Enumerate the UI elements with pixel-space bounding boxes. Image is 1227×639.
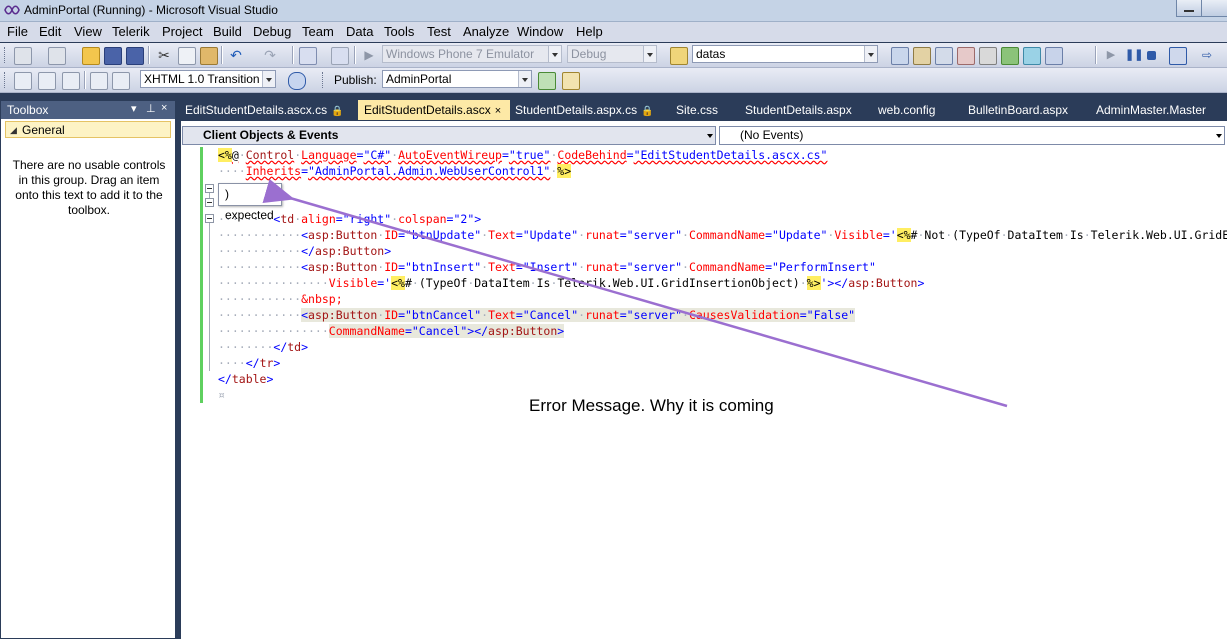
stop-debugging-icon[interactable] [1147,51,1156,60]
toolbox-header: Toolbox ▾ ⊥ × [1,101,175,119]
open-folder-icon[interactable] [82,47,100,65]
chevron-down-icon [1216,134,1222,138]
target-device-combo[interactable]: Windows Phone 7 Emulator [382,45,562,63]
new-project-icon[interactable] [14,47,32,65]
menu-debug[interactable]: Debug [253,24,291,39]
toolbar-grip[interactable] [4,72,8,88]
tab-studentdetails-aspx-cs[interactable]: StudentDetails.aspx.cs 🔒 [511,100,666,120]
outdent-icon[interactable] [38,72,56,90]
edit-profile-icon[interactable] [562,72,580,90]
maximize-button[interactable] [1201,0,1227,17]
add-item-icon[interactable] [48,47,66,65]
start-debugging-icon[interactable]: ▶ [361,47,377,63]
toolbox-icon[interactable] [957,47,975,65]
menu-team[interactable]: Team [302,24,334,39]
pin-icon[interactable]: ⊥ [146,102,156,115]
menu-view[interactable]: View [74,24,102,39]
menu-data[interactable]: Data [346,24,373,39]
solution-explorer-icon[interactable] [891,47,909,65]
tab-site-css[interactable]: Site.css [672,100,722,120]
toolbox-group-general[interactable]: ◢ General [5,121,171,138]
continue-icon[interactable]: ▶ [1103,47,1119,63]
menu-bar: File Edit View Telerik Project Build Deb… [0,22,1227,42]
tab-adminmaster-master[interactable]: AdminMaster.Master [1092,100,1222,120]
toolbox-empty-message: There are no usable controls in this gro… [12,158,166,217]
indent-icon[interactable] [62,72,80,90]
tab-editstudentdetails-ascx-cs[interactable]: EditStudentDetails.ascx.cs 🔒 [181,100,359,120]
annotation-text: Error Message. Why it is coming [529,396,774,415]
toolbar-grip[interactable] [4,47,8,63]
paste-icon[interactable] [200,47,218,65]
standard-toolbar: ✂ ↶ ↷ ▶ Windows Phone 7 Emulator Debug d… [0,43,1227,68]
tab-web-config[interactable]: web.config [874,100,954,120]
menu-tools[interactable]: Tools [384,24,414,39]
output-window-icon[interactable] [1045,47,1063,65]
navigation-bar: Client Objects & Events (No Events) [181,125,1227,148]
toolbox-panel: Toolbox ▾ ⊥ × ◢ General There are no usa… [0,100,176,639]
visual-studio-icon [4,5,20,15]
lock-icon: 🔒 [641,106,654,117]
format-document-icon[interactable] [14,72,32,90]
events-combo[interactable]: (No Events) [719,126,1225,145]
copy-icon[interactable] [178,47,196,65]
menu-telerik[interactable]: Telerik [112,24,150,39]
collapse-icon[interactable] [205,214,214,223]
navigate-backward-icon[interactable] [299,47,317,65]
dropdown-icon[interactable]: ▾ [131,102,137,115]
code-lines: <%@·Control·Language="C#"·AutoEventWireu… [218,148,1227,402]
chevron-down-icon [707,134,713,138]
menu-build[interactable]: Build [213,24,242,39]
menu-help[interactable]: Help [576,24,603,39]
close-tab-icon[interactable]: × [495,101,501,121]
toolbox-title: Toolbox [7,103,49,117]
cut-icon[interactable]: ✂ [156,47,172,63]
start-page-icon[interactable] [1001,47,1019,65]
menu-file[interactable]: File [7,24,28,39]
undo-icon[interactable]: ↶ [228,47,244,63]
break-all-icon[interactable]: ❚❚ [1125,47,1143,63]
object-browser-icon[interactable] [935,47,953,65]
menu-window[interactable]: Window [517,24,563,39]
find-in-files-icon[interactable] [670,47,688,65]
restart-icon[interactable] [1169,47,1187,65]
check-accessibility-icon[interactable] [288,72,306,90]
solution-configuration-combo[interactable]: Debug [567,45,657,63]
publish-profile-combo[interactable]: AdminPortal [382,70,532,88]
navigate-forward-icon[interactable] [331,47,349,65]
close-icon[interactable]: × [161,102,167,114]
tab-studentdetails-aspx[interactable]: StudentDetails.aspx [741,100,861,120]
uncomment-icon[interactable] [112,72,130,90]
show-next-statement-icon[interactable]: ⇨ [1199,47,1215,63]
menu-project[interactable]: Project [162,24,202,39]
tab-editstudentdetails-ascx[interactable]: EditStudentDetails.ascx × [358,100,510,120]
save-all-icon[interactable] [126,47,144,65]
command-window-icon[interactable] [1023,47,1041,65]
save-icon[interactable] [104,47,122,65]
find-combo[interactable]: datas [692,45,878,63]
properties-icon[interactable] [913,47,931,65]
menu-analyze[interactable]: Analyze [463,24,509,39]
tab-bulletinboard-aspx[interactable]: BulletinBoard.aspx [964,100,1076,120]
collapse-icon[interactable] [205,184,214,193]
error-tooltip: ) expected [218,183,282,222]
comment-icon[interactable] [90,72,108,90]
extension-manager-icon[interactable] [979,47,997,65]
menu-edit[interactable]: Edit [39,24,61,39]
redo-icon[interactable]: ↷ [262,47,278,63]
collapse-triangle-icon: ◢ [10,125,17,135]
publish-label: Publish: [334,73,377,87]
validation-schema-combo[interactable]: XHTML 1.0 Transition [140,70,276,88]
window-title: AdminPortal (Running) - Microsoft Visual… [24,3,278,17]
html-source-toolbar: XHTML 1.0 Transition Publish: AdminPorta… [0,68,1227,93]
minimize-button[interactable] [1176,0,1202,17]
document-tabs: EditStudentDetails.ascx.cs 🔒 EditStudentD… [181,100,1227,120]
title-bar: AdminPortal (Running) - Microsoft Visual… [0,0,1227,22]
collapse-icon[interactable] [205,198,214,207]
menu-test[interactable]: Test [427,24,451,39]
code-editor[interactable]: <%@·Control·Language="C#"·AutoEventWireu… [181,147,1227,639]
lock-icon: 🔒 [331,106,344,117]
publish-web-icon[interactable] [538,72,556,90]
change-tracking-bar [200,147,203,403]
objects-combo[interactable]: Client Objects & Events [182,126,716,145]
